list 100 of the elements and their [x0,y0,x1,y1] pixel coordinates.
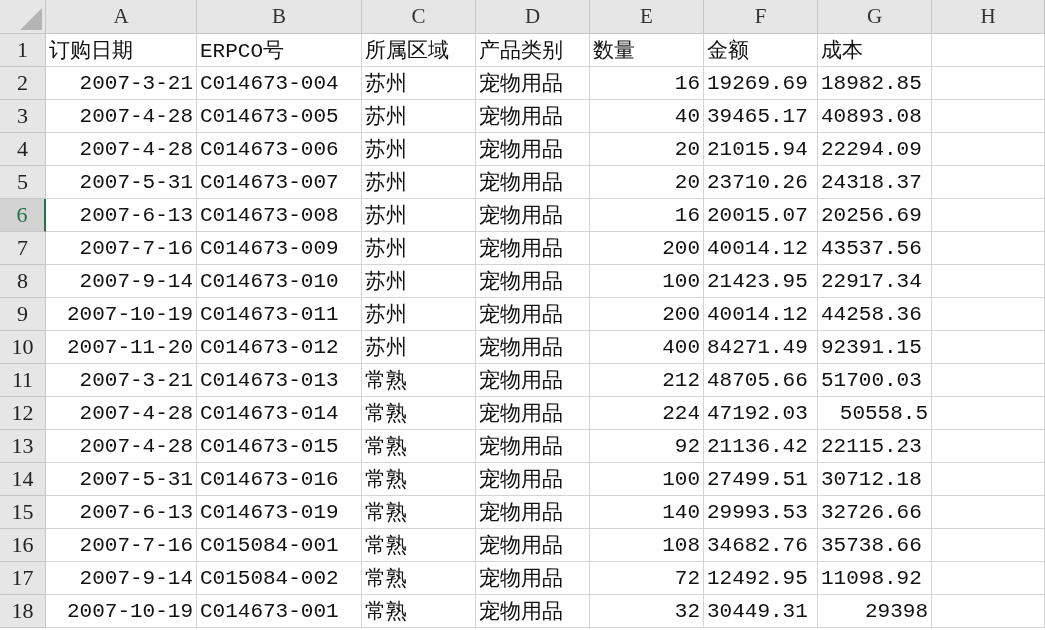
table-cell: C014673-015 [197,430,362,463]
table-cell: 40014.12 [704,232,818,265]
table-cell: C015084-001 [197,529,362,562]
table-cell: 20256.69 [818,199,932,232]
table-cell: 27499.51 [704,463,818,496]
table-cell: 20 [590,166,704,199]
table-cell: 宠物用品 [476,562,590,595]
table-cell: 2007-11-20 [46,331,197,364]
table-cell: 宠物用品 [476,397,590,430]
row-header[interactable]: 16 [0,529,46,562]
row-header[interactable]: 14 [0,463,46,496]
table-cell: 40893.08 [818,100,932,133]
select-all-icon[interactable] [20,8,42,30]
table-cell: 72 [590,562,704,595]
column-header[interactable]: C [362,0,476,34]
table-cell: 2007-5-31 [46,463,197,496]
table-cell: 43537.56 [818,232,932,265]
table-cell: 40014.12 [704,298,818,331]
column-header[interactable]: F [704,0,818,34]
table-cell: C014673-004 [197,67,362,100]
row-header[interactable]: 1 [0,34,46,67]
row-header[interactable]: 15 [0,496,46,529]
table-cell: 宠物用品 [476,133,590,166]
column-header[interactable]: A [46,0,197,34]
row-header[interactable]: 5 [0,166,46,199]
table-cell: 宠物用品 [476,529,590,562]
column-header[interactable]: B [197,0,362,34]
table-cell: 常熟 [362,562,476,595]
table-cell: 宠物用品 [476,298,590,331]
table-cell: 宠物用品 [476,364,590,397]
table-cell: 18982.85 [818,67,932,100]
table-cell: 22917.34 [818,265,932,298]
row-header[interactable]: 10 [0,331,46,364]
table-cell: 51700.03 [818,364,932,397]
table-cell: 200 [590,298,704,331]
table-cell: ERPCO号 [197,34,362,67]
row-header[interactable]: 3 [0,100,46,133]
table-cell: 29993.53 [704,496,818,529]
table-cell: C014673-008 [197,199,362,232]
table-cell: 21136.42 [704,430,818,463]
table-cell: 29398 [818,595,932,628]
table-cell: 20015.07 [704,199,818,232]
table-cell: 苏州 [362,133,476,166]
table-cell: 22294.09 [818,133,932,166]
table-cell: 30449.31 [704,595,818,628]
row-header[interactable]: 17 [0,562,46,595]
row-header[interactable]: 4 [0,133,46,166]
table-cell: 常熟 [362,529,476,562]
table-cell: 所属区域 [362,34,476,67]
table-cell: 35738.66 [818,529,932,562]
table-cell: 金额 [704,34,818,67]
row-header[interactable]: 9 [0,298,46,331]
table-cell: 数量 [590,34,704,67]
table-cell: 12492.95 [704,562,818,595]
table-cell: 苏州 [362,100,476,133]
column-header[interactable]: H [932,0,1045,34]
table-cell: 苏州 [362,265,476,298]
table-cell: 47192.03 [704,397,818,430]
row-header[interactable]: 2 [0,67,46,100]
table-cell: 22115.23 [818,430,932,463]
table-cell: 产品类别 [476,34,590,67]
table-cell: 宠物用品 [476,430,590,463]
table-cell: 苏州 [362,232,476,265]
table-cell: 224 [590,397,704,430]
table-cell: 苏州 [362,67,476,100]
table-cell: 苏州 [362,298,476,331]
row-header[interactable]: 6 [0,199,46,232]
row-header[interactable]: 11 [0,364,46,397]
table-cell: 11098.92 [818,562,932,595]
table-cell: C014673-016 [197,463,362,496]
column-header[interactable]: G [818,0,932,34]
table-cell: 2007-4-28 [46,133,197,166]
column-header[interactable]: E [590,0,704,34]
table-cell: C014673-014 [197,397,362,430]
table-cell: C014673-019 [197,496,362,529]
table-cell: 19269.69 [704,67,818,100]
row-header[interactable]: 13 [0,430,46,463]
row-header[interactable]: 7 [0,232,46,265]
table-cell: 常熟 [362,496,476,529]
table-cell: 2007-9-14 [46,265,197,298]
table-cell: C014673-005 [197,100,362,133]
table-cell: 宠物用品 [476,232,590,265]
row-header[interactable]: 8 [0,265,46,298]
table-cell: 400 [590,331,704,364]
table-cell: 常熟 [362,364,476,397]
table-cell: C014673-009 [197,232,362,265]
table-cell: 39465.17 [704,100,818,133]
table-cell: 2007-10-19 [46,298,197,331]
table-cell: 108 [590,529,704,562]
table-cell: 92391.15 [818,331,932,364]
table-cell: 30712.18 [818,463,932,496]
table-cell: 21423.95 [704,265,818,298]
row-header[interactable]: 12 [0,397,46,430]
table-cell: 苏州 [362,331,476,364]
table-cell: 50558.5 [818,397,932,430]
column-header[interactable]: D [476,0,590,34]
row-header[interactable]: 18 [0,595,46,628]
table-cell: 100 [590,463,704,496]
table-cell: C014673-007 [197,166,362,199]
table-cell: 2007-4-28 [46,430,197,463]
